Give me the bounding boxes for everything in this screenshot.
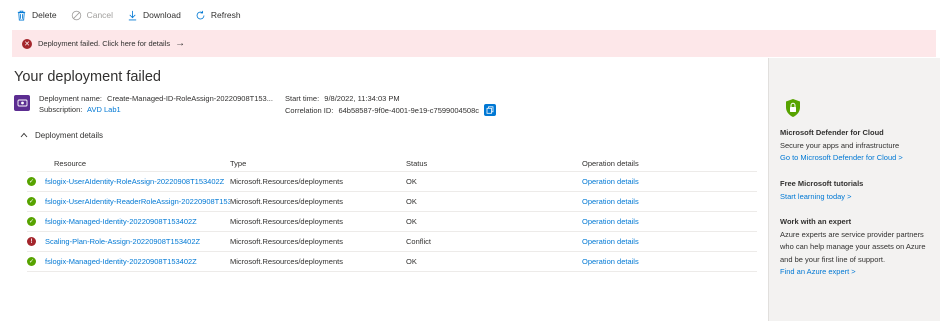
start-time-label: Start time: [285, 94, 320, 103]
expert-section: Work with an expert Azure experts are se… [780, 216, 938, 279]
table-row: ✓ fslogix-UserAIdentity-RoleAssign-202209… [27, 172, 757, 192]
success-check-icon: ✓ [27, 197, 36, 206]
correlation-id-value: 64b58587-9f0e-4001-9e19-c7599004508c [338, 106, 479, 115]
resource-status: Conflict [406, 237, 432, 246]
cancel-button[interactable]: Cancel [71, 10, 113, 21]
success-check-icon: ✓ [27, 177, 36, 186]
table-row: ✓ fslogix-Managed-Identity-20220908T15340… [27, 252, 757, 272]
deployment-failed-banner[interactable]: ✕ Deployment failed. Click here for deta… [12, 30, 936, 57]
table-row: ! Scaling-Plan-Role-Assign-20220908T15340… [27, 232, 757, 252]
operation-details-link[interactable]: Operation details [582, 237, 757, 246]
success-check-icon: ✓ [27, 217, 36, 226]
arrow-right-icon: → [175, 38, 186, 49]
deployment-name-value: Create-Managed-ID-RoleAssign-20220908T15… [107, 94, 273, 103]
error-status-icon: ! [27, 237, 36, 246]
trash-icon [17, 10, 26, 20]
resource-link[interactable]: fslogix-Managed-Identity-20220908T153402… [45, 217, 197, 226]
download-label: Download [143, 10, 181, 20]
main-content: Your deployment failed Deployment name: … [0, 58, 768, 321]
deployment-details-table: Resource Type Status Operation details ✓… [27, 155, 757, 272]
banner-text: Deployment failed. Click here for detail… [38, 39, 171, 48]
resource-status: OK [406, 177, 417, 186]
defender-text: Secure your apps and infrastructure [780, 140, 900, 150]
expert-text-3: and be your first line of support. [780, 254, 886, 264]
column-status: Status [406, 158, 428, 168]
refresh-label: Refresh [210, 10, 241, 20]
deployment-details-toggle[interactable]: Deployment details [20, 131, 103, 140]
operation-details-link[interactable]: Operation details [582, 257, 757, 266]
deployment-name-row: Deployment name: Create-Managed-ID-RoleA… [39, 94, 273, 103]
resource-link[interactable]: fslogix-UserAIdentity-RoleAssign-2022090… [45, 177, 224, 186]
table-header: Resource Type Status Operation details [27, 155, 757, 172]
resource-link[interactable]: Scaling-Plan-Role-Assign-20220908T153402… [45, 237, 200, 246]
resource-status: OK [406, 197, 417, 206]
delete-label: Delete [32, 10, 57, 20]
subscription-link[interactable]: AVD Lab1 [87, 105, 121, 114]
error-icon: ✕ [22, 38, 32, 49]
column-type: Type [230, 158, 247, 168]
deployment-details-header: Deployment details [35, 131, 104, 140]
deployment-icon [14, 95, 30, 111]
chevron-up-icon [20, 131, 28, 140]
delete-button[interactable]: Delete [16, 10, 57, 21]
subscription-row: Subscription: AVD Lab1 [39, 105, 121, 114]
resource-type: Microsoft.Resources/deployments [230, 197, 343, 206]
start-time-value: 9/8/2022, 11:34:03 PM [324, 94, 400, 103]
tutorials-title: Free Microsoft tutorials [780, 179, 864, 188]
column-resource: Resource [54, 158, 87, 168]
tutorials-section: Free Microsoft tutorials Start learning … [780, 178, 938, 203]
table-row: ✓ fslogix-Managed-Identity-20220908T15340… [27, 212, 757, 232]
start-time-row: Start time: 9/8/2022, 11:34:03 PM [285, 94, 400, 103]
expert-text-2: who can help manage your assets on Azure [780, 242, 926, 251]
table-row: ✓ fslogix-UserAIdentity-ReaderRoleAssign-… [27, 192, 757, 212]
column-operation-details: Operation details [582, 158, 639, 168]
cancel-icon [71, 10, 81, 20]
resource-status: OK [406, 217, 417, 226]
operation-details-link[interactable]: Operation details [582, 177, 757, 186]
page-title: Your deployment failed [14, 69, 161, 85]
correlation-id-label: Correlation ID: [285, 106, 334, 115]
resource-type: Microsoft.Resources/deployments [230, 217, 343, 226]
expert-text-1: Azure experts are service provider partn… [780, 229, 924, 239]
defender-link[interactable]: Go to Microsoft Defender for Cloud > [780, 152, 938, 165]
refresh-icon [196, 10, 205, 19]
shield-lock-icon [786, 99, 800, 117]
expert-link[interactable]: Find an Azure expert > [780, 266, 938, 279]
cancel-label: Cancel [86, 10, 114, 20]
resource-status: OK [406, 257, 417, 266]
success-check-icon: ✓ [27, 257, 36, 266]
resource-type: Microsoft.Resources/deployments [230, 237, 343, 246]
defender-title: Microsoft Defender for Cloud [780, 128, 884, 137]
resource-type: Microsoft.Resources/deployments [230, 257, 343, 266]
copy-icon[interactable] [484, 104, 496, 116]
defender-section: Microsoft Defender for Cloud Secure your… [780, 127, 938, 165]
operation-details-link[interactable]: Operation details [582, 197, 757, 206]
correlation-id-row: Correlation ID: 64b58587-9f0e-4001-9e19-… [285, 106, 479, 115]
resource-link[interactable]: fslogix-UserAIdentity-ReaderRoleAssign-2… [45, 197, 230, 206]
resource-type: Microsoft.Resources/deployments [230, 177, 343, 186]
expert-title: Work with an expert [780, 217, 852, 226]
refresh-button[interactable]: Refresh [195, 10, 241, 21]
deployment-name-label: Deployment name: [39, 94, 102, 103]
resource-link[interactable]: fslogix-Managed-Identity-20220908T153402… [45, 257, 197, 266]
command-bar: Delete Cancel Download Refresh [0, 0, 940, 30]
download-button[interactable]: Download [127, 10, 181, 21]
download-icon [128, 10, 137, 20]
operation-details-link[interactable]: Operation details [582, 217, 757, 226]
tutorials-link[interactable]: Start learning today > [780, 191, 938, 204]
subscription-label: Subscription: [39, 105, 83, 114]
